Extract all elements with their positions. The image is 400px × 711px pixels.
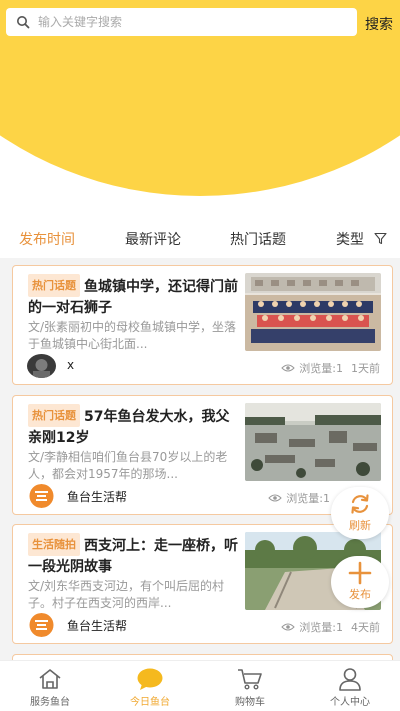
post-stats: 浏览量:1 1天前 [281, 360, 380, 376]
filter-icon[interactable] [374, 232, 387, 245]
author-name: 鱼台生活帮 [67, 619, 128, 633]
post-summary: 文/刘东华西支河边，有个叫后屈的村子。村子在西支河的西岸... [28, 579, 225, 610]
author-avatar[interactable] [27, 354, 56, 378]
publish-button[interactable]: 发布 [331, 556, 389, 608]
header-banner: 搜索 [0, 0, 400, 220]
person-icon [339, 668, 361, 691]
nav-item-service[interactable]: 服务鱼台 [0, 661, 100, 711]
tab-latest-comments[interactable]: 最新评论 [125, 229, 181, 249]
home-icon [39, 669, 61, 689]
tab-publish-time[interactable]: 发布时间 [19, 229, 75, 249]
publish-label: 发布 [349, 588, 371, 601]
nav-label: 今日鱼台 [130, 697, 170, 708]
post-thumbnail [245, 273, 381, 351]
bottom-nav: 服务鱼台 今日鱼台 购物车 个人中心 [0, 660, 400, 711]
nav-item-today[interactable]: 今日鱼台 [100, 661, 200, 711]
nav-item-cart[interactable]: 购物车 [200, 661, 300, 711]
tab-hot-topics[interactable]: 热门话题 [230, 229, 286, 249]
post-title: 热门话题 57年鱼台发大水，我父亲刚12岁 [28, 404, 243, 448]
refresh-icon [351, 494, 369, 514]
author-avatar[interactable] [27, 613, 56, 637]
search-icon [17, 16, 30, 29]
plus-icon [348, 561, 372, 585]
cart-icon [238, 669, 262, 690]
post-time: 4天前 [351, 621, 380, 634]
nav-label: 购物车 [235, 697, 265, 708]
nav-label: 个人中心 [330, 697, 370, 708]
post-card[interactable]: 热门话题 鱼城镇中学，还记得门前的一对石狮子 文/张素丽初中的母校鱼城镇中学，坐落… [12, 265, 393, 385]
post-summary: 文/李静相信咱们鱼台县70岁以上的老人，都会对1957年的那场... [28, 450, 228, 481]
chat-bubble-icon [137, 668, 163, 690]
post-thumbnail [245, 403, 381, 481]
post-tag: 生活随拍 [28, 533, 80, 556]
nav-item-profile[interactable]: 个人中心 [300, 661, 400, 711]
eye-icon [281, 364, 295, 372]
post-title: 热门话题 鱼城镇中学，还记得门前的一对石狮子 [28, 274, 243, 318]
author-avatar[interactable] [27, 484, 56, 508]
nav-label: 服务鱼台 [30, 697, 70, 708]
view-count: 浏览量:1 [299, 621, 343, 634]
author-name: x [67, 358, 75, 372]
search-input[interactable] [38, 15, 328, 29]
author-name: 鱼台生活帮 [67, 490, 128, 504]
search-button[interactable]: 搜索 [365, 14, 393, 34]
tab-type[interactable]: 类型 [336, 229, 364, 249]
eye-icon [268, 494, 282, 502]
eye-icon [281, 623, 295, 631]
refresh-button[interactable]: 刷新 [331, 487, 389, 539]
post-time: 1天前 [351, 362, 380, 375]
sort-tabs: 发布时间 最新评论 热门话题 类型 [0, 220, 400, 258]
post-tag: 热门话题 [28, 404, 80, 427]
post-stats: 浏览量:1 [268, 490, 330, 506]
post-summary: 文/张素丽初中的母校鱼城镇中学，坐落于鱼城镇中心街北面... [28, 320, 237, 351]
post-title: 生活随拍 西支河上：走一座桥，听一段光阴故事 [28, 533, 243, 577]
search-box[interactable] [6, 8, 357, 36]
post-stats: 浏览量:1 4天前 [281, 619, 380, 635]
refresh-label: 刷新 [349, 519, 371, 532]
post-tag: 热门话题 [28, 274, 80, 297]
view-count: 浏览量:1 [286, 492, 330, 505]
view-count: 浏览量:1 [299, 362, 343, 375]
